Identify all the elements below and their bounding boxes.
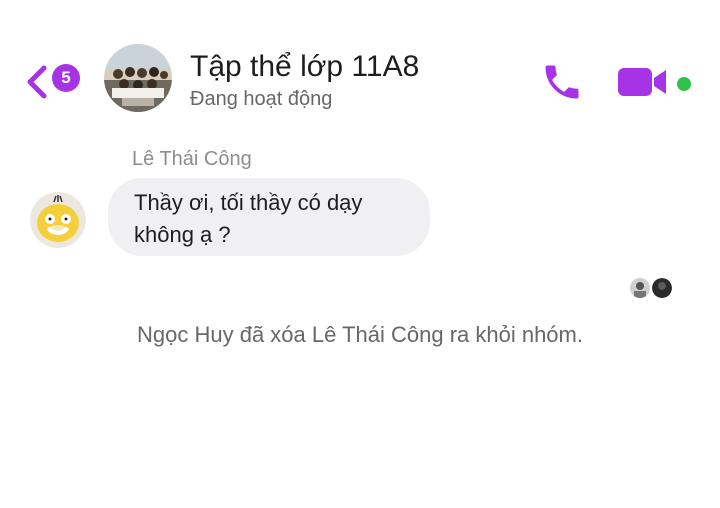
read-receipts [630, 278, 676, 300]
phone-icon [545, 65, 579, 99]
message-line: không ạ ? [134, 222, 231, 247]
chevron-left-icon [27, 65, 47, 99]
sender-name: Lê Thái Công [132, 148, 252, 170]
psyduck-avatar-icon [30, 192, 86, 248]
read-receipt-avatar [630, 278, 650, 298]
user-avatar-icon [630, 278, 650, 298]
online-dot [677, 77, 691, 91]
system-notice: Ngọc Huy đã xóa Lê Thái Công ra khỏi nhó… [137, 322, 583, 347]
message-bubble[interactable]: Thầy ơi, tối thầy có dạy không ạ ? [108, 178, 430, 256]
active-status: Đang hoạt động [190, 88, 333, 110]
video-camera-icon [618, 68, 666, 96]
sender-avatar[interactable] [30, 192, 86, 248]
chat-header: 5 Tập thể lớp 11A8 Đang hoạt động [0, 40, 720, 120]
message-line: Thầy ơi, tối thầy có dạy [134, 190, 363, 215]
group-photo-icon [104, 44, 172, 112]
read-receipt-avatar [652, 278, 672, 298]
group-title: Tập thể lớp 11A8 [190, 50, 420, 83]
back-button[interactable]: 5 [24, 62, 88, 102]
unread-count-badge: 5 [52, 64, 80, 92]
user-avatar-icon [652, 278, 672, 298]
group-avatar[interactable] [104, 44, 172, 112]
voice-call-button[interactable] [540, 60, 584, 104]
video-call-button[interactable] [616, 64, 672, 100]
